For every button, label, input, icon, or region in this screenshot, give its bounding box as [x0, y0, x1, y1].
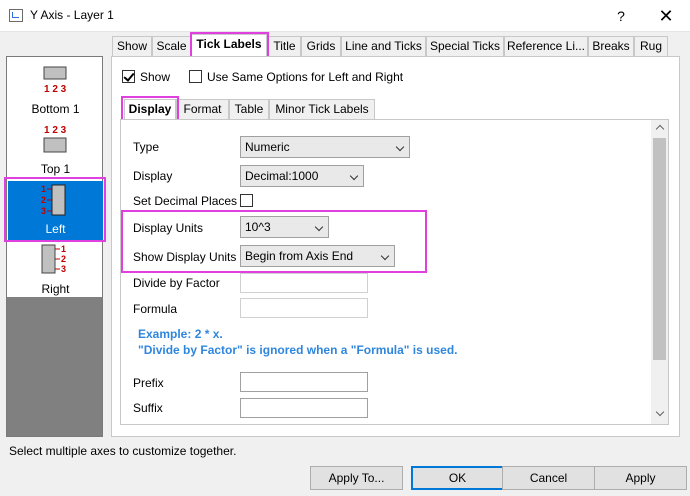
top-axis-icon: 1 2 3 [43, 125, 67, 153]
tab-reference-lines[interactable]: Reference Li... [504, 36, 588, 56]
show-checkbox[interactable] [122, 70, 135, 83]
chevron-down-icon [314, 222, 324, 232]
show-display-units-label: Show Display Units [133, 250, 237, 264]
close-button[interactable]: ✕ [647, 4, 685, 28]
formula-ignore-note: "Divide by Factor" is ignored when a "Fo… [138, 343, 458, 357]
chevron-down-icon [395, 142, 405, 152]
chevron-down-icon [349, 171, 359, 181]
left-axis-icon: 1 2 3 [41, 184, 66, 216]
axis-label: Bottom 1 [31, 102, 80, 116]
tab-special-ticks[interactable]: Special Ticks [426, 36, 504, 56]
axis-label: Right [41, 282, 70, 296]
suffix-input[interactable] [240, 398, 368, 418]
tab-rug[interactable]: Rug [634, 36, 668, 56]
tab-show[interactable]: Show [112, 36, 152, 56]
tab-display[interactable]: Display [124, 99, 176, 119]
decimal-places-label: Set Decimal Places [133, 194, 238, 208]
svg-text:1: 1 [61, 244, 66, 254]
axis-ticks-text: 1 2 3 [44, 125, 67, 136]
axis-ticks-text: 1 2 3 [44, 84, 67, 95]
divide-by-factor-label: Divide by Factor [133, 276, 220, 290]
svg-text:2: 2 [61, 254, 66, 264]
apply-button[interactable]: Apply [594, 466, 687, 490]
axis-item-right[interactable]: 1 2 3 Right [8, 241, 103, 301]
type-label: Type [133, 140, 160, 154]
decimal-places-checkbox[interactable] [240, 194, 253, 207]
cancel-button[interactable]: Cancel [502, 466, 595, 490]
axis-label: Top 1 [40, 162, 71, 176]
display-units-select[interactable]: 10^3 [240, 216, 329, 238]
tab-format[interactable]: Format [176, 99, 229, 119]
tab-scale[interactable]: Scale [152, 36, 191, 56]
axis-item-bottom[interactable]: 1 2 3 Bottom 1 [8, 61, 103, 121]
divide-by-factor-input[interactable] [240, 273, 368, 293]
display-units-value: 10^3 [245, 220, 271, 234]
display-units-label: Display Units [133, 221, 204, 235]
same-options-checkbox[interactable] [189, 70, 202, 83]
prefix-input[interactable] [240, 372, 368, 392]
axis-list-empty-area [7, 297, 102, 436]
apply-to-button[interactable]: Apply To... [310, 466, 403, 490]
tab-table[interactable]: Table [229, 99, 269, 119]
tab-minor-tick-labels[interactable]: Minor Tick Labels [269, 99, 375, 119]
bottom-axis-icon: 1 2 3 [43, 66, 67, 95]
type-select-value: Numeric [245, 140, 290, 154]
svg-text:1: 1 [41, 184, 46, 194]
status-text: Select multiple axes to customize togeth… [9, 444, 237, 458]
svg-text:3: 3 [61, 264, 66, 274]
tab-line-and-ticks[interactable]: Line and Ticks [341, 36, 426, 56]
show-display-units-value: Begin from Axis End [245, 249, 354, 263]
ok-button[interactable]: OK [411, 466, 504, 490]
window-title: Y Axis - Layer 1 [30, 8, 114, 22]
tab-title[interactable]: Title [268, 36, 301, 56]
suffix-label: Suffix [133, 401, 163, 415]
axis-item-left[interactable]: 1 2 3 Left [8, 181, 103, 241]
display-select[interactable]: Decimal:1000 [240, 165, 364, 187]
formula-example-note: Example: 2 * x. [138, 327, 223, 341]
tab-breaks[interactable]: Breaks [588, 36, 634, 56]
same-options-label: Use Same Options for Left and Right [207, 70, 404, 84]
tab-grids[interactable]: Grids [301, 36, 341, 56]
scrollbar-thumb[interactable] [653, 138, 666, 360]
tab-tick-labels[interactable]: Tick Labels [191, 34, 267, 56]
show-label: Show [140, 70, 171, 84]
display-panel [120, 119, 669, 425]
right-axis-icon: 1 2 3 [41, 244, 66, 274]
type-select[interactable]: Numeric [240, 136, 410, 158]
show-display-units-select[interactable]: Begin from Axis End [240, 245, 395, 267]
chevron-down-icon [380, 251, 390, 261]
app-icon [9, 9, 23, 22]
axis-label: Left [45, 222, 66, 236]
formula-input[interactable] [240, 298, 368, 318]
display-label: Display [133, 169, 173, 183]
axis-item-top[interactable]: 1 2 3 Top 1 [8, 121, 103, 181]
display-select-value: Decimal:1000 [245, 169, 319, 183]
help-button[interactable]: ? [604, 4, 638, 28]
prefix-label: Prefix [133, 376, 164, 390]
svg-text:3: 3 [41, 206, 46, 216]
title-bar: Y Axis - Layer 1 ? ✕ [0, 0, 690, 32]
formula-label: Formula [133, 302, 178, 316]
svg-text:2: 2 [41, 195, 46, 205]
